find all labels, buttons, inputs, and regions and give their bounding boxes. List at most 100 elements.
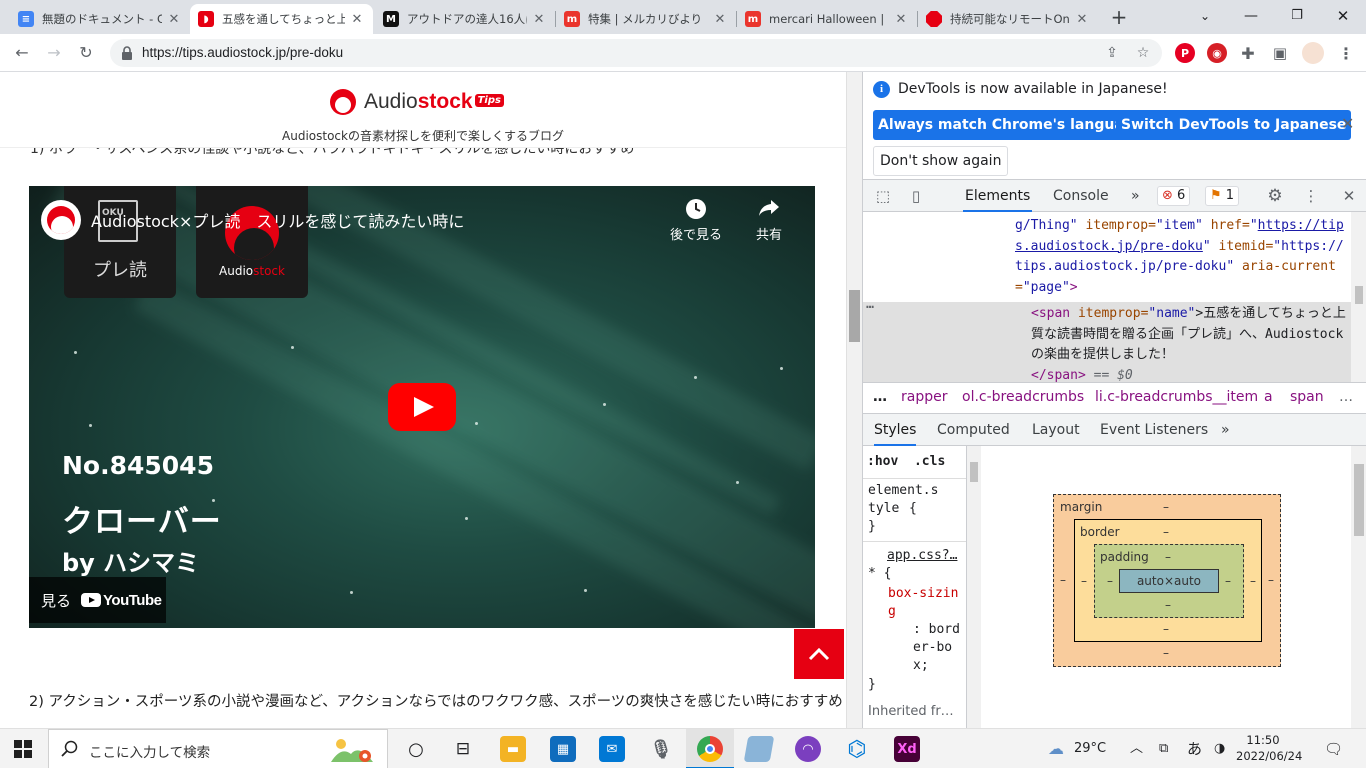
close-icon[interactable]: ✕ (712, 12, 728, 27)
puzzle-icon[interactable]: ✚ (1238, 43, 1258, 63)
breadcrumb-ellipsis[interactable]: … (873, 389, 887, 405)
hov-toggle[interactable]: :hov (867, 454, 898, 469)
watch-on-youtube-button[interactable]: 見る YouTube (29, 577, 166, 623)
errors-badge[interactable]: ⊗ 6 (1157, 186, 1191, 206)
computed-scrollbar[interactable] (1351, 446, 1366, 728)
cortana-icon[interactable]: ○ (403, 736, 429, 762)
warnings-badge[interactable]: ⚑ 1 (1205, 186, 1240, 206)
new-tab-button[interactable]: + (1109, 6, 1129, 28)
tab-remote-onboarding[interactable]: 持続可能なリモートOnbo ✕ (918, 4, 1098, 34)
breadcrumb-item-active[interactable]: span (1290, 389, 1324, 405)
tray-chevron-up-icon[interactable]: ︿ (1130, 729, 1143, 768)
devtools-menu-icon[interactable]: ⋮ (1301, 186, 1321, 206)
cls-toggle[interactable]: .cls (914, 454, 945, 469)
settings-gear-icon[interactable]: ⚙ (1265, 186, 1285, 206)
tab-layout[interactable]: Layout (1032, 414, 1080, 446)
back-button[interactable]: ← (10, 41, 34, 65)
network-icon[interactable]: ⧉ (1159, 729, 1168, 768)
tab-console[interactable]: Console (1053, 180, 1109, 212)
close-icon[interactable]: ✕ (893, 12, 909, 27)
menu-kebab-icon[interactable]: ⋮ (1336, 43, 1356, 63)
close-icon[interactable]: ✕ (531, 12, 547, 27)
tab-outdoor[interactable]: M アウトドアの達人16人に聞 ✕ (375, 4, 555, 34)
box-border[interactable]: border – – – – padding – – – – auto×auto (1074, 519, 1262, 642)
css-value[interactable]: : border-box; (913, 621, 966, 675)
headphones-app-icon[interactable]: ◠ (795, 736, 821, 762)
weather-temp[interactable]: 29°C (1074, 729, 1106, 768)
task-view-icon[interactable]: ⊟ (450, 736, 476, 762)
stylesheet-link[interactable]: app.css?… (887, 547, 957, 565)
devtools-close-icon[interactable]: ✕ (1339, 186, 1359, 206)
microphone-icon[interactable]: 🎙 (648, 736, 674, 762)
side-panel-icon[interactable]: ▣ (1270, 43, 1290, 63)
tab-styles[interactable]: Styles (874, 414, 917, 446)
breadcrumb-item[interactable]: rapper (901, 389, 947, 405)
store-icon[interactable]: ▦ (550, 736, 576, 762)
breadcrumb-item[interactable]: a (1264, 389, 1273, 405)
pinterest-icon[interactable]: P (1175, 43, 1195, 63)
system-clock[interactable]: 11:50 2022/06/24 (1236, 732, 1302, 764)
breadcrumb-more-icon[interactable]: … (1339, 389, 1353, 405)
chrome-icon[interactable] (697, 736, 723, 762)
mail-icon[interactable]: ✉ (599, 736, 625, 762)
tab-mercari-halloween[interactable]: m mercari Halloween | × ✕ (737, 4, 917, 34)
selected-dom-node[interactable]: ⋯ <span itemprop="name">五感を通してちょっと上質な読書時… (863, 300, 1351, 382)
bookmark-star-icon[interactable]: ☆ (1134, 45, 1152, 61)
page-scrollbar[interactable] (846, 72, 862, 728)
close-icon[interactable]: ✕ (1341, 114, 1354, 133)
tab-elements[interactable]: Elements (963, 180, 1033, 212)
adobe-xd-icon[interactable]: Xd (894, 736, 920, 762)
channel-avatar[interactable] (41, 200, 81, 240)
css-property[interactable]: box-sizing (888, 585, 966, 621)
play-button[interactable] (388, 383, 456, 431)
switch-to-japanese-button[interactable]: Switch DevTools to Japanese (1116, 110, 1352, 140)
video-title[interactable]: Audiostock×プレ読 スリルを感じて読みたい時に (91, 208, 464, 232)
box-margin[interactable]: margin – – – – border – – – – padding – … (1053, 494, 1281, 667)
close-icon[interactable]: ✕ (166, 12, 182, 27)
window-close-button[interactable]: ✕ (1320, 0, 1366, 34)
vscode-icon[interactable]: ⌬ (844, 736, 870, 762)
share-button[interactable]: 共有 (739, 198, 799, 243)
close-icon[interactable]: ✕ (349, 12, 365, 27)
document-app-icon[interactable] (743, 736, 775, 762)
forward-button[interactable]: → (42, 41, 66, 65)
file-explorer-icon[interactable]: ▬ (500, 736, 526, 762)
restore-button[interactable]: ❐ (1274, 0, 1320, 34)
dont-show-again-button[interactable]: Don't show again (873, 146, 1009, 176)
ellipsis-icon[interactable]: ⋯ (866, 300, 874, 315)
reload-button[interactable]: ↻ (74, 41, 98, 65)
share-icon[interactable]: ⇪ (1103, 45, 1121, 61)
windows-start-button[interactable] (14, 740, 32, 758)
more-tabs-icon[interactable]: » (1131, 180, 1140, 212)
elements-scrollbar[interactable] (1351, 212, 1366, 382)
extension-shield-icon[interactable]: ◉ (1207, 43, 1227, 63)
ime-indicator[interactable]: あ (1187, 729, 1202, 768)
box-padding[interactable]: padding – – – – auto×auto (1094, 544, 1244, 618)
always-match-language-button[interactable]: Always match Chrome's language (873, 110, 1149, 140)
inspect-element-icon[interactable]: ⬚ (873, 186, 893, 206)
tab-event-listeners[interactable]: Event Listeners (1100, 414, 1208, 446)
dom-line[interactable]: g/Thing" itemprop="item" href="https://t… (1015, 216, 1350, 298)
avatar[interactable] (1302, 42, 1324, 64)
weather-icon[interactable]: ☁ (1048, 729, 1064, 768)
tab-search-icon[interactable]: ⌄ (1182, 0, 1228, 34)
taskbar-search-box[interactable]: ここに入力して検索 (48, 729, 388, 768)
close-icon[interactable]: ✕ (1074, 12, 1090, 27)
tab-computed[interactable]: Computed (937, 414, 1010, 446)
site-logo[interactable]: Audio stock Tips (330, 87, 504, 117)
youtube-embed[interactable]: OKU プレ読 Audiostock Audiostock×プレ読 スリルを感じ… (29, 186, 815, 628)
styles-scrollbar[interactable] (967, 446, 981, 728)
tab-audiostock[interactable]: ◗ 五感を通してちょっと上質 ✕ (190, 4, 373, 34)
box-content[interactable]: auto×auto (1119, 569, 1219, 593)
more-tabs-icon[interactable]: » (1221, 414, 1230, 446)
tab-docs[interactable]: ≡ 無題のドキュメント - Goo ✕ (10, 4, 190, 34)
breadcrumb-item[interactable]: li.c-breadcrumbs__item (1095, 389, 1258, 405)
breadcrumb-item[interactable]: ol.c-breadcrumbs (962, 389, 1084, 405)
tab-mercari-feature[interactable]: m 特集 | メルカリびより【公 ✕ (556, 4, 736, 34)
back-to-top-button[interactable] (794, 629, 844, 679)
watch-later-button[interactable]: 後で見る (666, 198, 726, 243)
device-toolbar-icon[interactable]: ▯ (906, 186, 926, 206)
ime-mode-icon[interactable]: ◑ (1214, 729, 1225, 768)
minimize-button[interactable]: — (1228, 0, 1274, 34)
address-bar[interactable]: https://tips.audiostock.jp/pre-doku ⇪ ☆ (110, 39, 1162, 67)
